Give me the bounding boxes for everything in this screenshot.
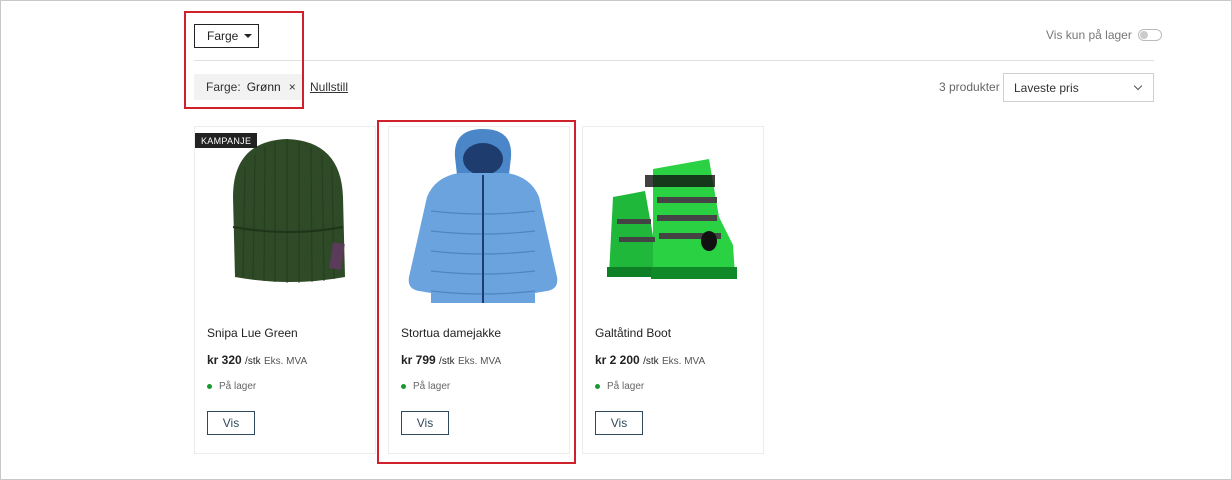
stock-status: På lager <box>207 381 256 392</box>
product-name[interactable]: Stortua damejakke <box>401 326 501 340</box>
stock-label: På lager <box>413 381 451 392</box>
in-stock-dot-icon <box>401 384 406 389</box>
color-filter-dropdown[interactable]: Farge <box>194 24 259 48</box>
price-unit: /stk <box>439 356 455 367</box>
product-price: kr 799 /stk Eks. MVA <box>401 353 501 367</box>
product-price: kr 2 200 /stk Eks. MVA <box>595 353 705 367</box>
product-name[interactable]: Galtåtind Boot <box>595 326 671 340</box>
sort-selected-label: Laveste pris <box>1014 80 1079 95</box>
reset-filters-link[interactable]: Nullstill <box>310 80 348 94</box>
stock-status: På lager <box>595 381 644 392</box>
view-product-button[interactable]: Vis <box>207 411 255 435</box>
product-image-jacket <box>408 129 558 303</box>
price-amount: kr 2 200 <box>595 353 640 367</box>
product-image-ski-boots <box>607 159 737 279</box>
in-stock-label: Vis kun på lager <box>1046 28 1132 42</box>
product-image-beanie <box>232 139 345 283</box>
toggle-knob <box>1139 31 1148 39</box>
filter-divider <box>194 60 1154 61</box>
active-filter-name: Farge: <box>206 80 241 94</box>
price-unit: /stk <box>643 356 659 367</box>
active-filter-value: Grønn <box>246 80 281 94</box>
in-stock-dot-icon <box>207 384 212 389</box>
caret-down-icon <box>244 34 253 38</box>
stock-label: På lager <box>607 381 645 392</box>
price-amount: kr 799 <box>401 353 436 367</box>
view-product-button[interactable]: Vis <box>595 411 643 435</box>
product-card[interactable]: Stortua damejakke kr 799 /stk Eks. MVA P… <box>388 126 570 454</box>
sort-select[interactable]: Laveste pris <box>1003 73 1154 102</box>
color-filter-label: Farge <box>207 29 239 43</box>
in-stock-dot-icon <box>595 384 600 389</box>
price-amount: kr 320 <box>207 353 242 367</box>
campaign-badge: KAMPANJE <box>195 133 258 148</box>
active-filter-chip: Farge: Grønn × <box>194 74 304 100</box>
product-count: 3 produkter <box>939 80 1000 94</box>
product-card[interactable]: Galtåtind Boot kr 2 200 /stk Eks. MVA På… <box>582 126 764 454</box>
in-stock-filter: Vis kun på lager <box>1046 28 1162 42</box>
product-price: kr 320 /stk Eks. MVA <box>207 353 307 367</box>
product-card[interactable]: KAMPANJE Snipa Lue Green kr 320 /stk Eks… <box>194 126 376 454</box>
product-name[interactable]: Snipa Lue Green <box>207 326 298 340</box>
chevron-down-icon <box>1133 81 1143 91</box>
price-vat-note: Eks. MVA <box>457 356 502 367</box>
stock-status: På lager <box>401 381 450 392</box>
view-product-button[interactable]: Vis <box>401 411 449 435</box>
remove-filter-icon[interactable]: × <box>289 80 296 94</box>
price-vat-note: Eks. MVA <box>661 356 706 367</box>
stock-label: På lager <box>219 381 257 392</box>
price-vat-note: Eks. MVA <box>263 356 308 367</box>
price-unit: /stk <box>245 356 261 367</box>
in-stock-toggle[interactable] <box>1137 29 1162 41</box>
